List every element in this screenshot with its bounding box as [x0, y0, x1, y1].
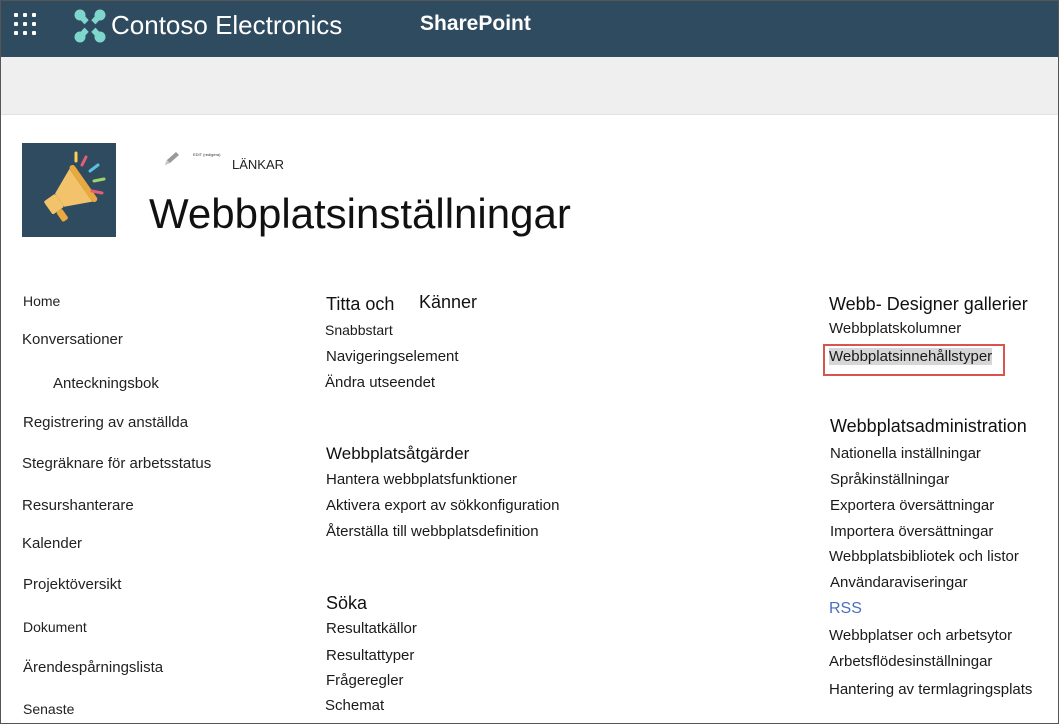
pencil-icon[interactable] — [163, 151, 181, 167]
link-nationella-installningar[interactable]: Nationella inställningar — [830, 445, 981, 462]
nav-item-senaste[interactable]: Senaste — [23, 701, 74, 717]
link-snabbstart[interactable]: Snabbstart — [325, 322, 393, 338]
link-aterstalla-definition[interactable]: Återställa till webbplatsdefinition — [326, 523, 539, 540]
org-name[interactable]: Contoso Electronics — [111, 10, 342, 41]
link-aktivera-export[interactable]: Aktivera export av sökkonfiguration — [326, 497, 559, 514]
look-feel-heading-b: Känner — [419, 292, 478, 312]
nav-item-registrering[interactable]: Registrering av anställda — [23, 414, 188, 431]
link-exportera-oversattningar[interactable]: Exportera översättningar — [830, 497, 994, 514]
link-fragereger[interactable]: Frågeregler — [326, 672, 404, 689]
look-feel-heading-a: Titta och — [326, 294, 395, 314]
link-resultattyper[interactable]: Resultattyper — [326, 647, 414, 664]
link-termlagringsplats[interactable]: Hantering av termlagringsplats — [829, 681, 1032, 698]
link-arbetsflodesinstallningar[interactable]: Arbetsflödesinställningar — [829, 653, 992, 670]
nav-item-dokument[interactable]: Dokument — [23, 619, 87, 635]
link-hantera-webbplatsfunktioner[interactable]: Hantera webbplatsfunktioner — [326, 471, 517, 488]
link-webbplatser-arbetsytor[interactable]: Webbplatser och arbetsytor — [829, 627, 1012, 644]
link-importera-oversattningar[interactable]: Importera översättningar — [830, 523, 993, 540]
link-sprakinstallningar[interactable]: Språkinställningar — [830, 471, 949, 488]
link-andra-utseendet[interactable]: Ändra utseendet — [325, 374, 435, 391]
link-anvandaraviseringar[interactable]: Användaraviseringar — [830, 574, 968, 591]
admin-heading: Webbplatsadministration — [830, 416, 1027, 436]
link-webbplatsbibliotek[interactable]: Webbplatsbibliotek och listor — [829, 548, 1019, 565]
search-heading: Söka — [326, 593, 368, 613]
nav-item-konversationer[interactable]: Konversationer — [22, 331, 123, 348]
edit-links-tiny-label[interactable]: EDIT (redigera) — [193, 152, 221, 157]
nav-item-arendesparningslista[interactable]: Ärendespårningslista — [23, 659, 163, 676]
command-band — [1, 57, 1058, 115]
link-rss[interactable]: RSS — [829, 600, 862, 618]
nav-item-anteckningsbok[interactable]: Anteckningsbok — [53, 375, 159, 392]
site-actions-heading: Webbplatsåtgärder — [326, 444, 470, 463]
link-navigeringselement[interactable]: Navigeringselement — [326, 348, 459, 365]
nav-item-stegraknare[interactable]: Stegräknare för arbetsstatus — [22, 455, 211, 472]
site-logo[interactable] — [22, 143, 116, 237]
designer-heading: Webb- Designer gallerier — [829, 294, 1028, 314]
link-webbplatskolumner[interactable]: Webbplatskolumner — [829, 320, 961, 337]
nav-item-kalender[interactable]: Kalender — [22, 535, 82, 552]
product-name[interactable]: SharePoint — [420, 12, 531, 36]
app-launcher-icon[interactable] — [14, 13, 40, 39]
nav-item-home[interactable]: Home — [23, 293, 60, 309]
nav-item-resurshanterare[interactable]: Resurshanterare — [22, 497, 134, 514]
page-title: Webbplatsinställningar — [149, 190, 571, 237]
contoso-logo-icon[interactable] — [73, 7, 107, 45]
megaphone-icon — [44, 151, 106, 222]
edit-links-label[interactable]: LÄNKAR — [232, 157, 284, 172]
link-schemat[interactable]: Schemat — [325, 697, 384, 714]
nav-item-projektoversikt[interactable]: Projektöversikt — [23, 576, 121, 593]
sharepoint-window: Contoso Electronics SharePoint EDIT (red… — [0, 0, 1059, 724]
link-webbplatsinnehallstyper[interactable]: Webbplatsinnehållstyper — [829, 348, 993, 365]
suite-bar: Contoso Electronics SharePoint — [1, 1, 1058, 57]
link-resultatkallor[interactable]: Resultatkällor — [326, 620, 417, 637]
